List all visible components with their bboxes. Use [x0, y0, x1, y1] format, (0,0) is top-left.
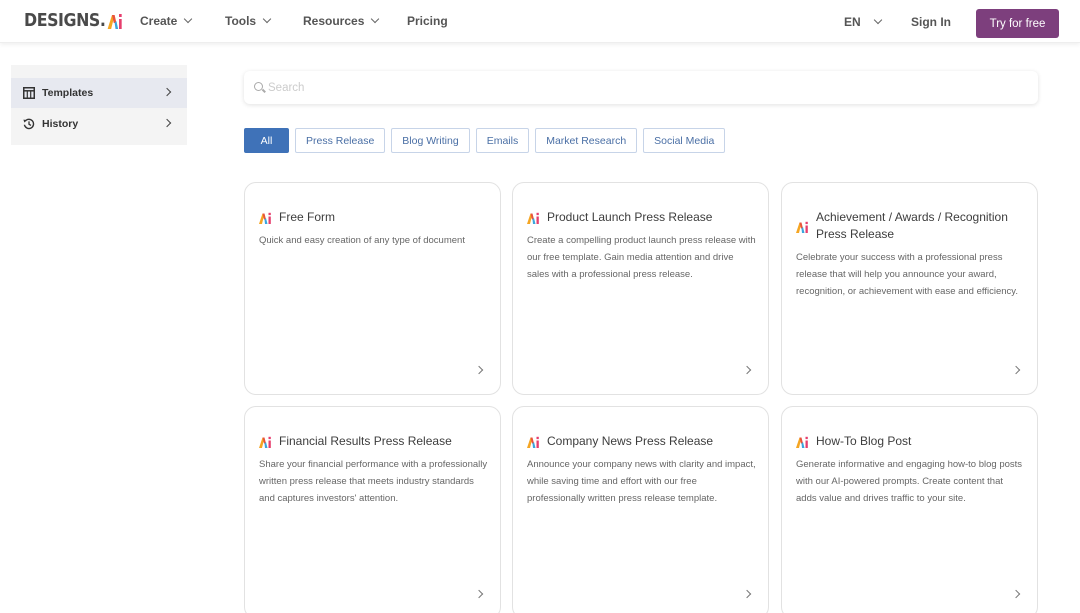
table-icon — [23, 87, 35, 99]
chevron-right-icon — [163, 119, 171, 127]
chevron-right-icon — [743, 590, 751, 598]
template-title: How-To Blog Post — [816, 433, 1026, 450]
sidebar-item-label: History — [42, 118, 78, 130]
sidebar-item-label: Templates — [42, 87, 93, 99]
filter-press-release[interactable]: Press Release — [295, 128, 385, 153]
template-description: Share your financial performance with a … — [259, 456, 489, 507]
logo-ai-mark-icon — [107, 13, 123, 29]
chevron-right-icon — [163, 88, 171, 96]
category-filters: All Press Release Blog Writing Emails Ma… — [244, 128, 725, 153]
template-card[interactable]: Free Form Quick and easy creation of any … — [244, 182, 501, 395]
template-description: Celebrate your success with a profession… — [796, 249, 1026, 300]
search-input[interactable] — [268, 71, 1028, 104]
designs-ai-logo-icon — [527, 211, 539, 223]
template-title: Free Form — [279, 209, 489, 226]
nav-tools[interactable]: Tools — [225, 14, 270, 28]
filter-social-media[interactable]: Social Media — [643, 128, 725, 153]
chevron-down-icon — [184, 15, 192, 23]
designs-ai-logo-icon — [796, 220, 808, 232]
template-description: Generate informative and engaging how-to… — [796, 456, 1026, 507]
language-label: EN — [844, 15, 861, 29]
nav-resources[interactable]: Resources — [303, 14, 378, 28]
designs-ai-logo-icon — [527, 435, 539, 447]
search-bar — [244, 71, 1038, 104]
chevron-down-icon — [263, 15, 271, 23]
template-title: Company News Press Release — [547, 433, 757, 450]
chevron-down-icon — [371, 15, 379, 23]
logo-text: DESIGNS. — [24, 10, 105, 31]
template-card[interactable]: How-To Blog Post Generate informative and… — [781, 406, 1038, 613]
logo[interactable]: DESIGNS. — [24, 10, 123, 31]
history-icon — [23, 118, 35, 130]
language-selector[interactable]: EN — [844, 15, 881, 29]
chevron-right-icon — [475, 366, 483, 374]
template-description: Announce your company news with clarity … — [527, 456, 757, 507]
chevron-right-icon — [743, 366, 751, 374]
template-card[interactable]: Achievement / Awards / Recognition Press… — [781, 182, 1038, 395]
try-for-free-button[interactable]: Try for free — [976, 9, 1059, 38]
filter-blog-writing[interactable]: Blog Writing — [391, 128, 469, 153]
nav-create-label: Create — [140, 14, 177, 28]
template-title: Achievement / Awards / Recognition Press… — [816, 209, 1026, 243]
template-title: Product Launch Press Release — [547, 209, 757, 226]
sidebar-item-templates[interactable]: Templates — [11, 78, 187, 108]
template-card[interactable]: Company News Press Release Announce your … — [512, 406, 769, 613]
nav-tools-label: Tools — [225, 14, 256, 28]
filter-market-research[interactable]: Market Research — [535, 128, 637, 153]
designs-ai-logo-icon — [796, 435, 808, 447]
sidebar: Templates History — [11, 65, 187, 145]
designs-ai-logo-icon — [259, 435, 271, 447]
search-icon — [254, 82, 263, 91]
nav-pricing[interactable]: Pricing — [407, 14, 448, 28]
template-description: Quick and easy creation of any type of d… — [259, 232, 489, 249]
chevron-right-icon — [475, 590, 483, 598]
chevron-right-icon — [1012, 366, 1020, 374]
sidebar-item-history[interactable]: History — [11, 109, 187, 139]
nav-resources-label: Resources — [303, 14, 364, 28]
template-title: Financial Results Press Release — [279, 433, 489, 450]
chevron-down-icon — [873, 16, 881, 24]
nav-create[interactable]: Create — [140, 14, 191, 28]
top-navbar: DESIGNS. Create Tools Resources Pricing … — [0, 0, 1080, 43]
template-card[interactable]: Financial Results Press Release Share you… — [244, 406, 501, 613]
nav-pricing-label: Pricing — [407, 14, 448, 28]
chevron-right-icon — [1012, 590, 1020, 598]
template-description: Create a compelling product launch press… — [527, 232, 757, 283]
filter-all[interactable]: All — [244, 128, 289, 153]
template-card[interactable]: Product Launch Press Release Create a com… — [512, 182, 769, 395]
sign-in-link[interactable]: Sign In — [911, 15, 951, 29]
designs-ai-logo-icon — [259, 211, 271, 223]
filter-emails[interactable]: Emails — [476, 128, 530, 153]
